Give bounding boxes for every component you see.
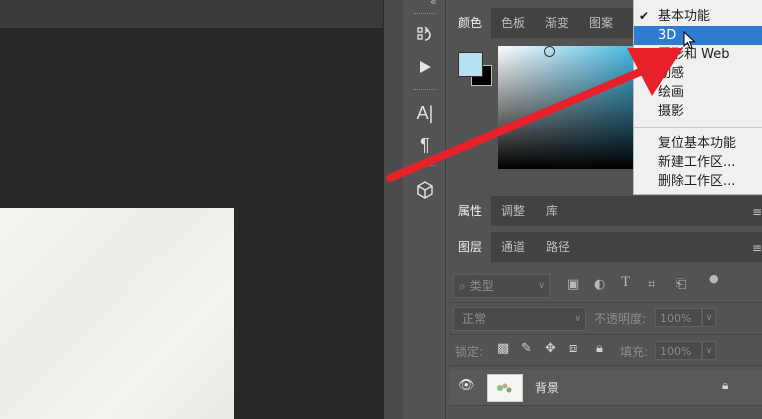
layer-thumbnail[interactable] (487, 374, 523, 402)
play-icon[interactable] (412, 54, 438, 80)
layer-name[interactable]: 背景 (535, 379, 559, 396)
layer-lock-icon: 🔒︎ (722, 378, 729, 392)
tab-properties[interactable]: 属性 (449, 196, 492, 226)
chevron-down-icon: ∨ (538, 281, 545, 291)
divider (449, 334, 762, 335)
pixel-filter-icon[interactable]: ▣ (567, 277, 579, 292)
filter-type-label: 类型 (469, 279, 494, 293)
check-icon: ✔ (639, 9, 650, 23)
filter-toggle-icon[interactable]: ● (709, 272, 719, 285)
adjustment-filter-icon[interactable]: ◐ (594, 277, 605, 292)
lock-artboard-icon[interactable]: ⧈ (569, 341, 577, 356)
panel-tool-strip: A| ¶ (403, 0, 446, 419)
chevron-down-icon: ∨ (574, 314, 581, 324)
menu-item-delete-workspace[interactable]: 删除工作区... (634, 172, 762, 191)
tab-paths[interactable]: 路径 (537, 232, 579, 262)
layer-filter-select[interactable]: ⌕ 类型 ∨ (453, 274, 550, 298)
divider (449, 302, 762, 303)
history-icon[interactable] (412, 22, 438, 48)
tab-layers[interactable]: 图层 (449, 232, 492, 262)
3d-cube-icon[interactable] (412, 177, 438, 203)
type-filter-icon[interactable]: T (621, 274, 630, 291)
panel-menu-icon[interactable]: ≡ (752, 205, 762, 219)
paragraph-icon[interactable]: ¶ (412, 132, 438, 158)
workspace-menu: ✔ 基本功能 3D 图形和 Web 动感 绘画 摄影 复位基本功能 新建工作区.… (633, 0, 762, 195)
menu-item-reset-essentials[interactable]: 复位基本功能 (634, 134, 762, 153)
menu-item-painting[interactable]: 绘画 (634, 83, 762, 102)
collapse-panels-icon[interactable]: « (430, 0, 437, 8)
tab-channels[interactable]: 通道 (492, 232, 534, 262)
shape-filter-icon[interactable]: ⌗ (648, 277, 655, 292)
smart-object-filter-icon[interactable]: ⎗ (676, 277, 686, 292)
menu-item-new-workspace[interactable]: 新建工作区... (634, 153, 762, 172)
properties-panel-tabs: 属性 调整 库 ≡ (449, 196, 762, 226)
opacity-input[interactable]: 100% (655, 308, 702, 327)
opacity-label: 不透明度: (594, 312, 647, 326)
canvas-topbar (0, 0, 383, 29)
tab-adjustments[interactable]: 调整 (492, 196, 534, 226)
tab-libraries[interactable]: 库 (537, 196, 567, 226)
character-icon[interactable]: A| (412, 100, 438, 126)
menu-item-graphic-web[interactable]: 图形和 Web (634, 45, 762, 64)
menu-separator (634, 127, 762, 128)
menu-item-3d[interactable]: 3D (634, 26, 762, 45)
foreground-color-swatch[interactable] (459, 53, 482, 76)
lock-position-icon[interactable]: ✥ (545, 341, 556, 356)
layers-panel-tabs: 图层 通道 路径 ≡ (449, 232, 762, 262)
menu-item-motion[interactable]: 动感 (634, 64, 762, 83)
visibility-eye-icon[interactable]: 👁︎ (458, 378, 475, 393)
blend-mode-select[interactable]: 正常 ∨ (453, 307, 586, 331)
blend-mode-value: 正常 (462, 312, 487, 326)
lock-image-pixels-icon[interactable]: ✎ (521, 341, 532, 356)
opacity-dropdown-icon[interactable]: ∨ (702, 308, 716, 327)
grip[interactable] (414, 89, 436, 90)
tab-swatches[interactable]: 色板 (492, 8, 534, 38)
mouse-cursor-icon (683, 31, 696, 50)
fill-label: 填充: (620, 345, 649, 359)
tab-patterns[interactable]: 图案 (580, 8, 622, 38)
color-picker-ring[interactable] (544, 46, 555, 57)
lock-label: 锁定: (455, 345, 484, 359)
lock-all-icon[interactable]: 🔒︎ (596, 341, 603, 356)
fill-dropdown-icon[interactable]: ∨ (702, 341, 716, 360)
divider (449, 405, 762, 406)
divider (449, 365, 762, 366)
menu-item-photography[interactable]: 摄影 (634, 102, 762, 121)
search-icon: ⌕ (459, 279, 466, 293)
canvas-scrollbar[interactable] (383, 0, 403, 419)
document-canvas[interactable] (0, 208, 234, 419)
fill-input[interactable]: 100% (655, 341, 702, 360)
tab-color[interactable]: 颜色 (449, 8, 492, 38)
menu-item-essentials[interactable]: ✔ 基本功能 (634, 7, 762, 26)
tab-gradients[interactable]: 渐变 (536, 8, 578, 38)
panel-menu-icon[interactable]: ≡ (752, 241, 762, 255)
color-picker-field[interactable] (498, 46, 648, 169)
grip[interactable] (414, 165, 436, 166)
lock-transparent-pixels-icon[interactable]: ▩ (497, 341, 509, 356)
grip[interactable] (414, 13, 436, 14)
